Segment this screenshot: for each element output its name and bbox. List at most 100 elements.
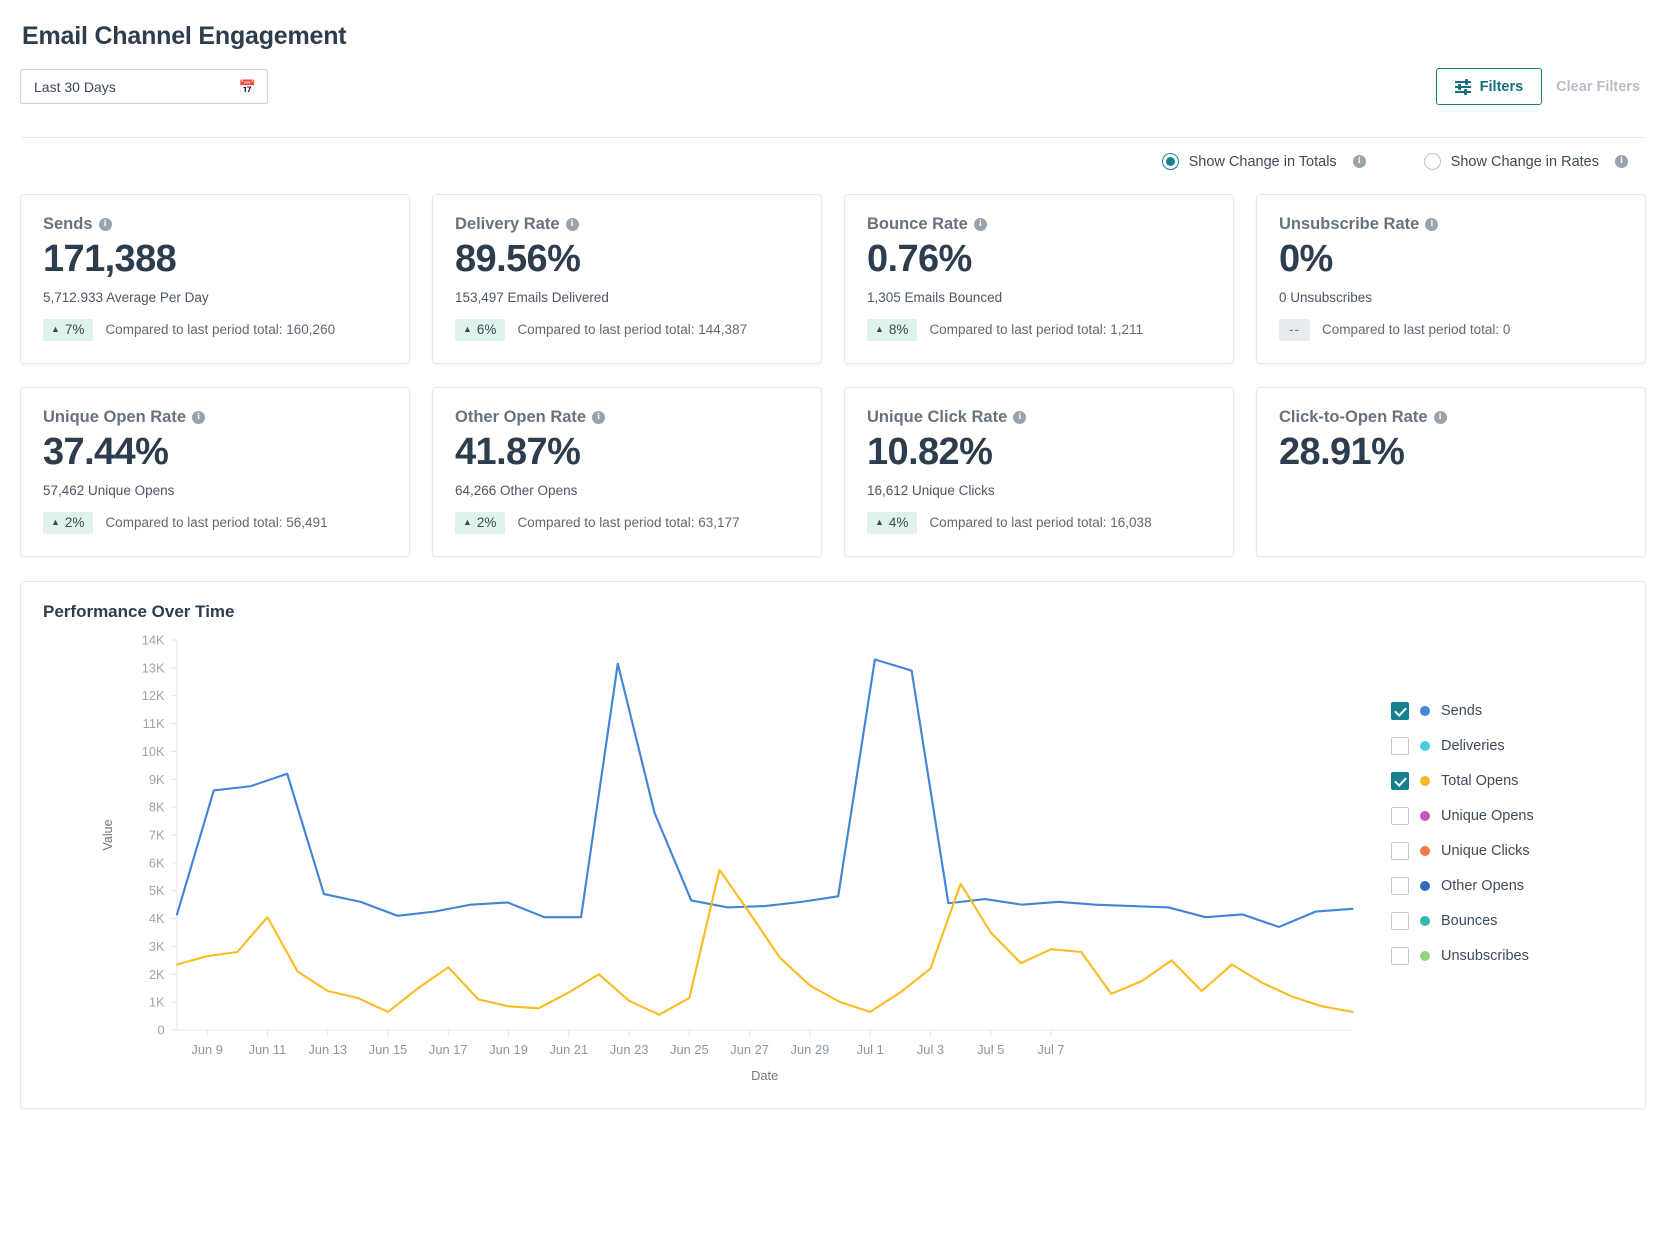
clear-filters-button[interactable]: Clear Filters xyxy=(1556,79,1646,95)
kpi-card-title: Bounce Ratei xyxy=(867,215,1211,234)
y-tick-label: 8K xyxy=(149,801,165,815)
status-badge-value: 2% xyxy=(477,515,497,530)
radio-show-change-in-totals[interactable]: Show Change in Totals i xyxy=(1162,153,1366,170)
legend-item-label: Bounces xyxy=(1441,913,1497,929)
legend-checkbox[interactable] xyxy=(1391,947,1409,965)
kpi-card-subtext: 16,612 Unique Clicks xyxy=(867,483,1211,498)
legend-item-bounces[interactable]: Bounces xyxy=(1391,912,1623,930)
legend-item-deliveries[interactable]: Deliveries xyxy=(1391,737,1623,755)
kpi-card-subtext: 0 Unsubscribes xyxy=(1279,290,1623,305)
x-tick-label: Jun 15 xyxy=(369,1043,408,1057)
filters-button[interactable]: Filters xyxy=(1436,68,1543,105)
kpi-card-title: Unique Open Ratei xyxy=(43,408,387,427)
legend-checkbox[interactable] xyxy=(1391,737,1409,755)
kpi-card: Bounce Ratei0.76%1,305 Emails Bounced▲8%… xyxy=(844,194,1234,364)
x-tick-label: Jun 9 xyxy=(191,1043,223,1057)
info-icon[interactable]: i xyxy=(1425,218,1438,231)
radio-rates-indicator[interactable] xyxy=(1424,153,1441,170)
y-tick-label: 2K xyxy=(149,968,165,982)
legend-item-total-opens[interactable]: Total Opens xyxy=(1391,772,1623,790)
kpi-card-compare-text: Compared to last period total: 56,491 xyxy=(105,515,327,530)
series-line-total-opens xyxy=(177,870,1352,1015)
x-tick-label: Jun 17 xyxy=(429,1043,468,1057)
kpi-card-value: 37.44% xyxy=(43,433,387,473)
kpi-card: Unique Open Ratei 37.44% 57,462 Unique Ope… xyxy=(20,387,410,557)
kpi-card-compare-text: Compared to last period total: 0 xyxy=(1322,322,1510,337)
header-divider xyxy=(22,137,1644,138)
kpi-card: Unique Click Ratei10.82%16,612 Unique Cl… xyxy=(844,387,1234,557)
filters-icon xyxy=(1455,80,1471,93)
kpi-card-title-text: Click-to-Open Rate xyxy=(1279,408,1428,427)
calendar-icon[interactable]: 📅 xyxy=(239,80,256,94)
x-tick-label: Jun 23 xyxy=(610,1043,649,1057)
toolbar-actions: Filters Clear Filters xyxy=(1436,68,1646,105)
radio-show-change-in-rates[interactable]: Show Change in Rates i xyxy=(1424,153,1628,170)
legend-item-other-opens[interactable]: Other Opens xyxy=(1391,877,1623,895)
kpi-card-change-row: ▲4%Compared to last period total: 16,038 xyxy=(867,512,1211,534)
kpi-card-value: 10.82% xyxy=(867,433,1211,473)
status-badge-value: 8% xyxy=(889,322,909,337)
line-chart[interactable]: 01K2K3K4K5K6K7K8K9K10K11K12K13K14KValueJ… xyxy=(43,622,1373,1092)
kpi-card-title: Sendsi xyxy=(43,215,387,234)
y-tick-label: 3K xyxy=(149,940,165,954)
kpi-card-title-text: Unsubscribe Rate xyxy=(1279,215,1419,234)
y-tick-label: 5K xyxy=(149,884,165,898)
y-tick-label: 10K xyxy=(142,745,165,759)
kpi-card-change-row: ▲6%Compared to last period total: 144,38… xyxy=(455,319,799,341)
legend-checkbox[interactable] xyxy=(1391,842,1409,860)
legend-checkbox[interactable] xyxy=(1391,807,1409,825)
x-tick-label: Jun 27 xyxy=(730,1043,769,1057)
legend-checkbox[interactable] xyxy=(1391,877,1409,895)
legend-color-dot xyxy=(1420,741,1430,751)
info-icon[interactable]: i xyxy=(1434,411,1447,424)
info-icon[interactable]: i xyxy=(566,218,579,231)
x-tick-label: Jun 13 xyxy=(308,1043,347,1057)
x-tick-label: Jun 19 xyxy=(489,1043,528,1057)
legend-item-unique-clicks[interactable]: Unique Clicks xyxy=(1391,842,1623,860)
info-icon[interactable]: i xyxy=(192,411,205,424)
legend-item-unsubscribes[interactable]: Unsubscribes xyxy=(1391,947,1623,965)
status-badge: ▲8% xyxy=(867,319,917,341)
kpi-card-title: Click-to-Open Rate i xyxy=(1279,408,1623,427)
chart-legend: Sends Deliveries Total Opens Unique Opens Un… xyxy=(1373,622,1623,1092)
x-tick-label: Jul 5 xyxy=(977,1043,1004,1057)
date-range-picker[interactable]: Last 30 Days 📅 xyxy=(20,69,268,104)
info-icon[interactable]: i xyxy=(1353,155,1366,168)
line-chart-svg[interactable]: 01K2K3K4K5K6K7K8K9K10K11K12K13K14KValueJ… xyxy=(43,622,1373,1092)
kpi-card: Unsubscribe Ratei0%0 Unsubscribes--Compa… xyxy=(1256,194,1646,364)
y-tick-label: 4K xyxy=(149,912,165,926)
legend-item-sends[interactable]: Sends xyxy=(1391,702,1623,720)
legend-color-dot xyxy=(1420,881,1430,891)
legend-item-label: Unique Opens xyxy=(1441,808,1534,824)
info-icon[interactable]: i xyxy=(974,218,987,231)
chart-area: 01K2K3K4K5K6K7K8K9K10K11K12K13K14KValueJ… xyxy=(43,622,1623,1092)
legend-color-dot xyxy=(1420,846,1430,856)
kpi-card-compare-text: Compared to last period total: 16,038 xyxy=(929,515,1151,530)
kpi-card-value: 41.87% xyxy=(455,433,799,473)
legend-checkbox[interactable] xyxy=(1391,702,1409,720)
kpi-card-value: 171,388 xyxy=(43,240,387,280)
x-tick-label: Jul 3 xyxy=(917,1043,944,1057)
legend-checkbox[interactable] xyxy=(1391,912,1409,930)
y-tick-label: 13K xyxy=(142,661,165,675)
kpi-card-row-1: Sendsi171,3885,712.933 Average Per Day▲7… xyxy=(20,194,1646,364)
legend-color-dot xyxy=(1420,706,1430,716)
legend-checkbox[interactable] xyxy=(1391,772,1409,790)
status-badge-value: -- xyxy=(1289,322,1300,337)
legend-item-unique-opens[interactable]: Unique Opens xyxy=(1391,807,1623,825)
radio-totals-indicator[interactable] xyxy=(1162,153,1179,170)
info-icon[interactable]: i xyxy=(1013,411,1026,424)
toolbar: Last 30 Days 📅 Filters Clear Filters xyxy=(20,68,1646,105)
page-title: Email Channel Engagement xyxy=(22,22,1646,51)
kpi-card-title: Delivery Ratei xyxy=(455,215,799,234)
kpi-card-value: 28.91% xyxy=(1279,433,1623,473)
date-range-value: Last 30 Days xyxy=(34,79,116,95)
info-icon[interactable]: i xyxy=(99,218,112,231)
y-tick-label: 6K xyxy=(149,856,165,870)
info-icon[interactable]: i xyxy=(592,411,605,424)
info-icon[interactable]: i xyxy=(1615,155,1628,168)
caret-up-icon: ▲ xyxy=(463,518,472,527)
kpi-card-title-text: Other Open Rate xyxy=(455,408,586,427)
kpi-card-subtext: 57,462 Unique Opens xyxy=(43,483,387,498)
y-tick-label: 7K xyxy=(149,828,165,842)
